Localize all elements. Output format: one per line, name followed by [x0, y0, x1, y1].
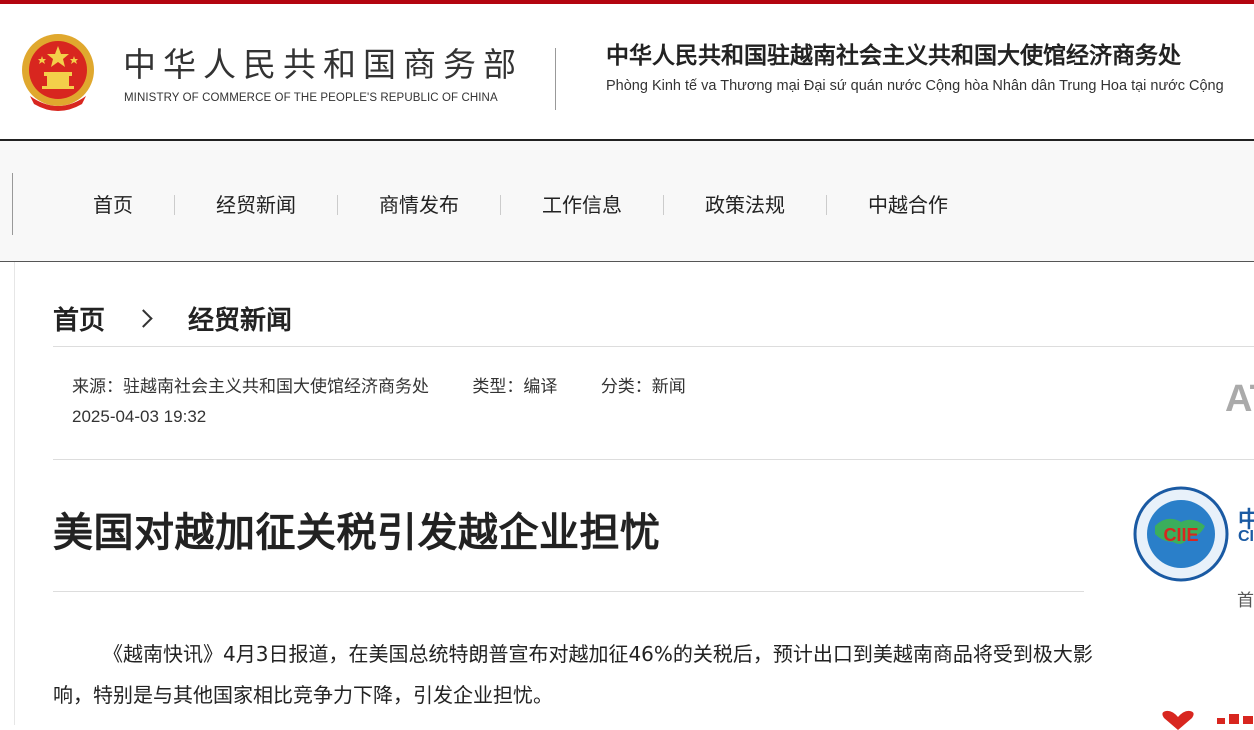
nav-item-home[interactable]: 首页 [52, 191, 174, 219]
nav-item-trade-news[interactable]: 经贸新闻 [175, 191, 337, 219]
meta-type: 类型：编译 [472, 377, 558, 397]
ciie-logo-icon[interactable]: CIIE [1133, 486, 1229, 582]
sidebar-text: 首 [1237, 591, 1254, 611]
office-title-cn[interactable]: 中华人民共和国驻越南社会主义共和国大使馆经济商务处 [606, 36, 1181, 70]
ministry-name-en: MINISTRY OF COMMERCE OF THE PEOPLE'S REP… [124, 92, 498, 104]
header-divider [555, 48, 556, 110]
nav-item-cooperation[interactable]: 中越合作 [827, 191, 989, 219]
heart-icon [1162, 710, 1194, 730]
ciie-title-en: CI [1238, 528, 1254, 545]
chevron-right-icon [134, 309, 153, 328]
divider [53, 459, 1254, 460]
meta-source: 来源：驻越南社会主义共和国大使馆经济商务处 [72, 377, 429, 397]
nav-list: 首页 经贸新闻 商情发布 工作信息 政策法规 中越合作 [52, 191, 989, 219]
article-date: 2025-04-03 19:32 [72, 407, 207, 426]
office-title-vi: Phòng Kinh tế va Thương mại Đại sứ quán … [606, 78, 1224, 94]
divider [53, 591, 1084, 592]
red-banner-icon [1217, 714, 1253, 724]
meta-category: 分类：新闻 [600, 377, 686, 397]
breadcrumb-current[interactable]: 经贸新闻 [188, 300, 292, 337]
article-title: 美国对越加征关税引发越企业担忧 [53, 510, 661, 556]
ciie-logo-text: CIIE [1163, 525, 1198, 545]
ministry-name-cn: 中华人民共和国商务部 [123, 45, 523, 84]
nav-item-policies[interactable]: 政策法规 [664, 191, 826, 219]
main-nav: 首页 经贸新闻 商情发布 工作信息 政策法规 中越合作 [0, 141, 1254, 262]
site-header: 中华人民共和国商务部 MINISTRY OF COMMERCE OF THE P… [0, 4, 1254, 141]
content-left-border [14, 262, 15, 725]
article-meta: 来源：驻越南社会主义共和国大使馆经济商务处 类型：编译 分类：新闻 [72, 372, 724, 397]
sidebar-banner-text[interactable]: AT [1225, 378, 1254, 421]
breadcrumb: 首页 经贸新闻 [53, 300, 292, 337]
nav-item-work-info[interactable]: 工作信息 [501, 191, 663, 219]
breadcrumb-home[interactable]: 首页 [53, 300, 105, 337]
national-emblem-icon[interactable] [20, 32, 96, 114]
article-paragraph: 《越南快讯》4月3日报道，在美国总统特朗普宣布对越加征46%的关税后，预计出口到… [53, 642, 1093, 707]
divider [53, 346, 1254, 347]
nav-left-divider [12, 173, 13, 235]
nav-item-business-info[interactable]: 商情发布 [338, 191, 500, 219]
